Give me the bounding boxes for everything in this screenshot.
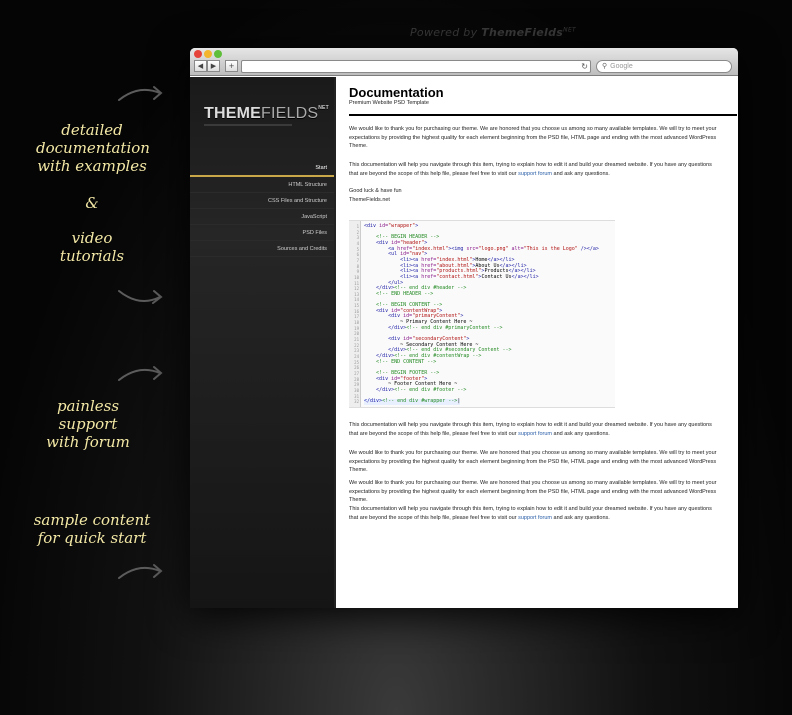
feature-line: detailed	[61, 121, 123, 139]
code-line: <div id="wrapper">	[364, 223, 419, 229]
logo-underline	[204, 124, 292, 126]
feature-documentation: detailed documentation with examples	[36, 121, 150, 175]
feature-line: with forum	[46, 433, 130, 451]
code-line: <!-- END CONTENT -->	[376, 358, 437, 365]
support-forum-link[interactable]: support forum	[518, 431, 552, 437]
feature-video-tutorials: video tutorials	[46, 229, 138, 265]
help-paragraph-3: This documentation will help you navigat…	[349, 506, 712, 521]
sidebar-item-sources-credits[interactable]: Sources and Credits	[190, 241, 334, 257]
page-subtitle: Premium Website PSD Template	[349, 100, 429, 106]
sidebar-item-css-files[interactable]: CSS Files and Structure	[190, 193, 334, 209]
close-window-button[interactable]	[194, 50, 202, 58]
support-forum-link[interactable]: support forum	[518, 171, 552, 177]
reload-icon[interactable]: ↻	[581, 61, 588, 73]
page-title: Documentation	[349, 85, 444, 100]
code-line: <!-- END HEADER -->	[376, 290, 434, 297]
search-placeholder: Google	[610, 63, 633, 70]
support-forum-link[interactable]: support forum	[518, 515, 552, 521]
main-content: Documentation Premium Website PSD Templa…	[334, 77, 738, 608]
feature-sample-content: sample content for quick start	[28, 511, 156, 547]
sidebar-item-start[interactable]: Start	[190, 159, 334, 177]
arrow-icon	[118, 366, 163, 381]
sidebar-nav: Start HTML Structure CSS Files and Struc…	[190, 159, 334, 257]
line-number: 32	[354, 399, 359, 405]
intro-paragraph-3: We would like to thank you for purchasin…	[349, 480, 717, 503]
powered-by-label: Powered by ThemeFieldsNET	[410, 26, 577, 39]
zoom-window-button[interactable]	[214, 50, 222, 58]
feature-line: tutorials	[59, 247, 125, 265]
browser-toolbar: ◀ ▶ + ↻ ⚲ Google	[190, 48, 738, 76]
feature-line: video	[71, 229, 113, 247]
search-icon: ⚲	[602, 63, 608, 70]
feature-line: documentation	[36, 139, 150, 157]
sidebar-item-html-structure[interactable]: HTML Structure	[190, 177, 334, 193]
help-paragraph: This documentation will help you navigat…	[349, 162, 712, 177]
search-field[interactable]: ⚲ Google	[596, 60, 732, 73]
intro-paragraph-2: We would like to thank you for purchasin…	[349, 450, 717, 473]
feature-line: for quick start	[37, 529, 147, 547]
add-bookmark-button[interactable]: +	[225, 60, 238, 72]
signoff-paragraph: Good luck & have fun ThemeFields.net	[349, 188, 402, 203]
back-button[interactable]: ◀	[194, 60, 207, 72]
arrow-icon	[118, 86, 163, 101]
arrow-icon	[118, 290, 163, 304]
arrow-icon	[118, 564, 163, 579]
feature-line: painless	[56, 397, 120, 415]
code-line: </div><!-- end div #primaryContent -->	[388, 324, 503, 331]
forward-button[interactable]: ▶	[207, 60, 220, 72]
feature-line: with examples	[37, 157, 147, 175]
intro-paragraph: We would like to thank you for purchasin…	[349, 126, 717, 149]
sidebar-item-psd-files[interactable]: PSD Files	[190, 225, 334, 241]
sidebar: THEMEFIELDSNET Start HTML Structure CSS …	[190, 77, 334, 608]
code-example: 1 2 3 4 5 6 7 8 9 10 11 12 13 14 15 16 17 18 19 20 21 22 23 24 2…	[349, 220, 615, 408]
line-number-gutter: 1 2 3 4 5 6 7 8 9 10 11 12 13 14 15 16 17 18 19 20 21 22 23 24 2…	[349, 221, 361, 407]
themefields-logo[interactable]: THEMEFIELDSNET	[204, 105, 329, 123]
address-bar[interactable]: ↻	[241, 60, 591, 73]
minimize-window-button[interactable]	[204, 50, 212, 58]
title-divider	[349, 114, 737, 116]
code-line: </div><!-- end div #wrapper -->|	[364, 398, 461, 405]
feature-line: sample content	[33, 511, 151, 529]
browser-window: ◀ ▶ + ↻ ⚲ Google THEMEFIELDSNET Start HTM…	[190, 48, 738, 608]
sidebar-item-javascript[interactable]: JavaScript	[190, 209, 334, 225]
help-paragraph-2: This documentation will help you navigat…	[349, 422, 712, 437]
feature-ampersand: &	[85, 194, 99, 212]
feature-line: support	[58, 415, 118, 433]
code-line: </div><!-- end div #footer -->	[376, 386, 467, 393]
feature-support: painless support with forum	[36, 397, 140, 451]
